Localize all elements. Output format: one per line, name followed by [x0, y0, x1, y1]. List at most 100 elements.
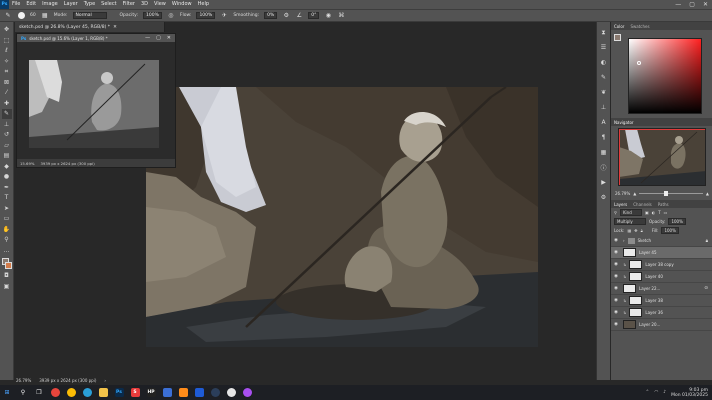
- filter-kind-dropdown[interactable]: Kind: [619, 209, 642, 216]
- navigator-view-frame[interactable]: [619, 129, 705, 185]
- wifi-icon[interactable]: ◠: [654, 390, 658, 395]
- zoom-level[interactable]: 26.79%: [16, 378, 31, 383]
- clone-source-panel-icon[interactable]: ⊥: [599, 103, 608, 112]
- visibility-eye-icon[interactable]: ◉: [614, 238, 620, 243]
- visibility-eye-icon[interactable]: ◉: [614, 250, 620, 255]
- filter-pixel-icon[interactable]: ▣: [645, 210, 649, 215]
- close-button[interactable]: ✕: [703, 1, 708, 8]
- angle-field[interactable]: 0°: [308, 12, 320, 19]
- tab-color[interactable]: Color: [614, 24, 624, 29]
- menu-help[interactable]: Help: [195, 0, 212, 9]
- brush-tool-icon[interactable]: ✎: [1, 109, 12, 119]
- tab-channels[interactable]: Channels: [633, 202, 652, 207]
- pressure-size-icon[interactable]: ◉: [324, 12, 332, 20]
- status-arrow-icon[interactable]: ›: [104, 378, 106, 383]
- actions-panel-icon[interactable]: ▶: [599, 178, 608, 187]
- healing-brush-tool-icon[interactable]: ✚: [2, 99, 12, 109]
- volume-icon[interactable]: ♪: [663, 390, 666, 395]
- brush-preset-picker[interactable]: [17, 12, 25, 20]
- document-tab[interactable]: sketch.psd @ 26.8% (Layer 45, RGB/8) * ✕: [15, 22, 165, 32]
- tab-navigator[interactable]: Navigator: [614, 120, 634, 125]
- filter-adjustment-icon[interactable]: ◐: [652, 210, 656, 215]
- layer-opacity-field[interactable]: 100%: [668, 218, 686, 225]
- chrome-alt-icon[interactable]: [64, 386, 78, 400]
- crop-tool-icon[interactable]: ⌗: [2, 67, 12, 77]
- layer-row-layer-38[interactable]: ◉ ↳ Layer 38: [611, 295, 712, 307]
- minimize-button[interactable]: —: [675, 1, 681, 8]
- background-color-swatch[interactable]: [4, 262, 12, 269]
- rectangle-tool-icon[interactable]: ▭: [2, 214, 12, 224]
- pressure-opacity-icon[interactable]: ◎: [167, 12, 175, 20]
- chrome-icon[interactable]: [48, 386, 62, 400]
- paragraph-panel-icon[interactable]: ¶: [599, 133, 608, 142]
- mode-dropdown[interactable]: Normal: [72, 12, 107, 19]
- search-icon[interactable]: ⚲: [16, 386, 30, 400]
- more-tools-icon[interactable]: …: [2, 246, 12, 256]
- menu-filter[interactable]: Filter: [120, 0, 138, 9]
- close-tab-icon[interactable]: ✕: [113, 25, 117, 30]
- type-tool-icon[interactable]: T: [2, 193, 12, 203]
- smoothing-field[interactable]: 0%: [264, 12, 278, 19]
- menu-3d[interactable]: 3D: [138, 0, 151, 9]
- menu-window[interactable]: Window: [169, 0, 195, 9]
- history-panel-icon[interactable]: ⧗: [599, 28, 608, 37]
- visibility-eye-icon[interactable]: ◉: [614, 286, 620, 291]
- app-white-icon[interactable]: [224, 386, 238, 400]
- panel-color-swatches[interactable]: [614, 34, 624, 44]
- gradient-tool-icon[interactable]: ▤: [2, 151, 12, 161]
- hand-tool-icon[interactable]: ✋: [2, 225, 12, 235]
- navigator-zoom-slider[interactable]: [639, 190, 703, 196]
- color-swatches[interactable]: [1, 258, 12, 270]
- menu-layer[interactable]: Layer: [61, 0, 81, 9]
- layer-row-layer-40[interactable]: ◉ ↳ Layer 40: [611, 271, 712, 283]
- navigator-zoom-knob[interactable]: [663, 190, 668, 196]
- color-picker-cursor[interactable]: [637, 61, 641, 65]
- visibility-eye-icon[interactable]: ◉: [614, 310, 620, 315]
- pen-tool-icon[interactable]: ✒: [2, 183, 12, 193]
- path-select-tool-icon[interactable]: ➤: [2, 204, 12, 214]
- airbrush-icon[interactable]: ✈: [220, 12, 228, 20]
- steam-icon[interactable]: [208, 386, 222, 400]
- flow-field[interactable]: 100%: [196, 12, 216, 19]
- move-tool-icon[interactable]: ✥: [2, 25, 12, 35]
- menu-view[interactable]: View: [151, 0, 169, 9]
- lock-all-icon[interactable]: 🔒︎: [641, 228, 643, 233]
- reference-close-icon[interactable]: ✕: [167, 35, 171, 41]
- marquee-tool-icon[interactable]: ⬚: [2, 36, 12, 46]
- glyphs-panel-icon[interactable]: ⚙: [599, 193, 608, 202]
- lock-pixels-icon[interactable]: ▦: [627, 228, 631, 233]
- tab-layers[interactable]: Layers: [614, 202, 627, 207]
- menu-image[interactable]: Image: [39, 0, 61, 9]
- layer-row-layer-20[interactable]: ◉ Layer 20...: [611, 319, 712, 331]
- reference-minimize-icon[interactable]: —: [145, 35, 150, 41]
- menu-type[interactable]: Type: [81, 0, 98, 9]
- tab-paths[interactable]: Paths: [658, 202, 669, 207]
- app-blue-icon[interactable]: [192, 386, 206, 400]
- symmetry-icon[interactable]: ⌘: [337, 12, 345, 20]
- brush-settings-icon[interactable]: ▦: [41, 12, 49, 20]
- brush-tool-icon[interactable]: ✎: [4, 12, 12, 20]
- quick-select-tool-icon[interactable]: ✧: [2, 57, 12, 67]
- layer-row-layer-45[interactable]: ◉ Layer 45: [611, 247, 712, 259]
- blend-mode-dropdown[interactable]: Multiply: [614, 218, 646, 225]
- eyedropper-tool-icon[interactable]: ⁄: [2, 88, 12, 98]
- brushes-panel-icon[interactable]: ❦: [599, 88, 608, 97]
- layer-row-sketch[interactable]: ◉ › Sketch 🔒︎: [611, 235, 712, 247]
- visibility-eye-icon[interactable]: ◉: [614, 262, 620, 267]
- app-purple-icon[interactable]: [240, 386, 254, 400]
- menu-select[interactable]: Select: [98, 0, 119, 9]
- layer-fill-field[interactable]: 100%: [661, 227, 679, 234]
- clock[interactable]: 9:03 pm Mon 01/03/2025: [671, 388, 708, 398]
- reference-zoom[interactable]: 15.69%: [20, 161, 34, 166]
- app-s-taskbar-icon[interactable]: S: [128, 386, 142, 400]
- layer-row-layer-38-copy[interactable]: ◉ ↳ Layer 38 copy: [611, 259, 712, 271]
- filter-type-icon[interactable]: T: [658, 210, 660, 215]
- reference-window[interactable]: Ps sketch.psd @ 15.6% (Layer 1, RGB/8) *…: [16, 33, 176, 168]
- character-panel-icon[interactable]: A: [599, 118, 608, 127]
- tab-swatches[interactable]: Swatches: [630, 24, 649, 29]
- menu-edit[interactable]: Edit: [23, 0, 39, 9]
- color-picker-field[interactable]: [628, 38, 702, 114]
- properties-panel-icon[interactable]: ☰: [599, 43, 608, 52]
- history-brush-tool-icon[interactable]: ↺: [2, 130, 12, 140]
- app-orange-icon[interactable]: [176, 386, 190, 400]
